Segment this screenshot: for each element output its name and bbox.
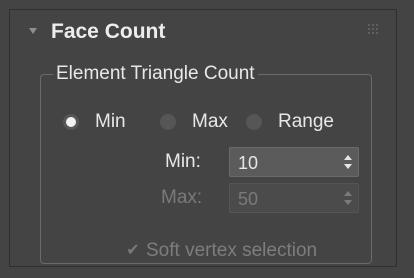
rollout-title: Face Count xyxy=(51,20,166,43)
soft-vertex-selection-label: Soft vertex selection xyxy=(146,240,318,261)
radio-max[interactable]: Max xyxy=(160,111,228,133)
max-spinner-value[interactable]: 50 xyxy=(238,189,258,209)
max-field-label: Max: xyxy=(161,187,203,208)
min-spinner-value[interactable]: 10 xyxy=(238,153,258,173)
spinner-arrows-icon[interactable] xyxy=(344,154,352,172)
min-field-label: Min: xyxy=(165,151,201,172)
face-count-rollout: Face Count Element Triangle Count Min Ma… xyxy=(9,9,397,267)
soft-vertex-selection-checkbox[interactable]: ✔ Soft vertex selection xyxy=(126,239,317,263)
radio-checked-icon[interactable] xyxy=(63,114,79,130)
radio-range[interactable]: Range xyxy=(246,111,334,133)
triangle-down-icon[interactable] xyxy=(29,28,37,34)
group-title: Element Triangle Count xyxy=(53,63,258,85)
radio-range-label: Range xyxy=(278,111,334,132)
face-count-rollout-frame: Face Count Element Triangle Count Min Ma… xyxy=(0,0,414,278)
radio-max-label: Max xyxy=(192,111,228,132)
radio-min[interactable]: Min xyxy=(63,111,126,133)
radio-min-label: Min xyxy=(95,111,126,132)
max-spinner[interactable]: 50 xyxy=(229,183,359,213)
min-spinner[interactable]: 10 xyxy=(229,147,359,177)
spinner-arrows-icon[interactable] xyxy=(344,190,352,208)
radio-unchecked-icon[interactable] xyxy=(160,114,176,130)
checkmark-icon[interactable]: ✔ xyxy=(126,241,140,261)
radio-unchecked-icon[interactable] xyxy=(246,114,262,130)
grip-dots-icon[interactable] xyxy=(368,24,378,34)
rollout-header[interactable]: Face Count xyxy=(10,10,396,56)
